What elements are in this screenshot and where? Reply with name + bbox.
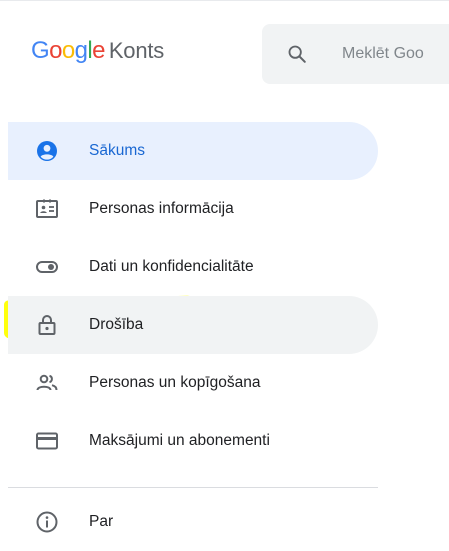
product-name: Konts: [108, 38, 165, 63]
header: Google Konts: [0, 0, 449, 104]
sidebar-divider: [8, 487, 378, 488]
sidebar-item-security[interactable]: Drošība: [8, 296, 378, 354]
sidebar-item-payments[interactable]: Maksājumi un abonementi: [8, 412, 378, 470]
id-card-icon: [35, 197, 59, 221]
google-account-logo[interactable]: Google Konts: [31, 37, 164, 65]
search-icon[interactable]: [286, 43, 308, 65]
sidebar-item-label: Sākums: [89, 142, 145, 159]
account-circle-icon: [35, 139, 59, 163]
sidebar-item-personal-info[interactable]: Personas informācija: [8, 180, 378, 238]
sidebar-item-label: Drošība: [89, 316, 144, 333]
info-icon: [35, 510, 59, 534]
google-wordmark: Google: [31, 37, 105, 65]
sidebar-item-people-sharing[interactable]: Personas un kopīgošana: [8, 354, 378, 412]
lock-icon: [35, 313, 59, 337]
logo-letter: o: [49, 37, 62, 64]
sidebar-item-home[interactable]: Sākums: [8, 122, 378, 180]
logo-letter: G: [31, 37, 50, 64]
sidebar-item-data-privacy[interactable]: Dati un konfidencialitāte: [8, 238, 378, 296]
logo-letter: o: [61, 37, 75, 64]
sidebar-item-label: Dati un konfidencialitāte: [89, 258, 254, 275]
search-input[interactable]: [342, 40, 449, 68]
sidebar-item-label: Par: [89, 513, 114, 530]
toggle-icon: [35, 255, 59, 279]
sidebar-item-label: Maksājumi un abonementi: [89, 432, 270, 449]
sidebar-item-label: Personas un kopīgošana: [89, 374, 261, 391]
credit-card-icon: [35, 429, 59, 453]
sidebar-item-label: Personas informācija: [89, 200, 234, 217]
search-box[interactable]: [262, 24, 449, 84]
logo-letter: e: [92, 37, 105, 64]
people-icon: [35, 371, 59, 395]
sidebar-item-about[interactable]: Par: [8, 493, 378, 551]
logo-letter: g: [74, 37, 88, 64]
